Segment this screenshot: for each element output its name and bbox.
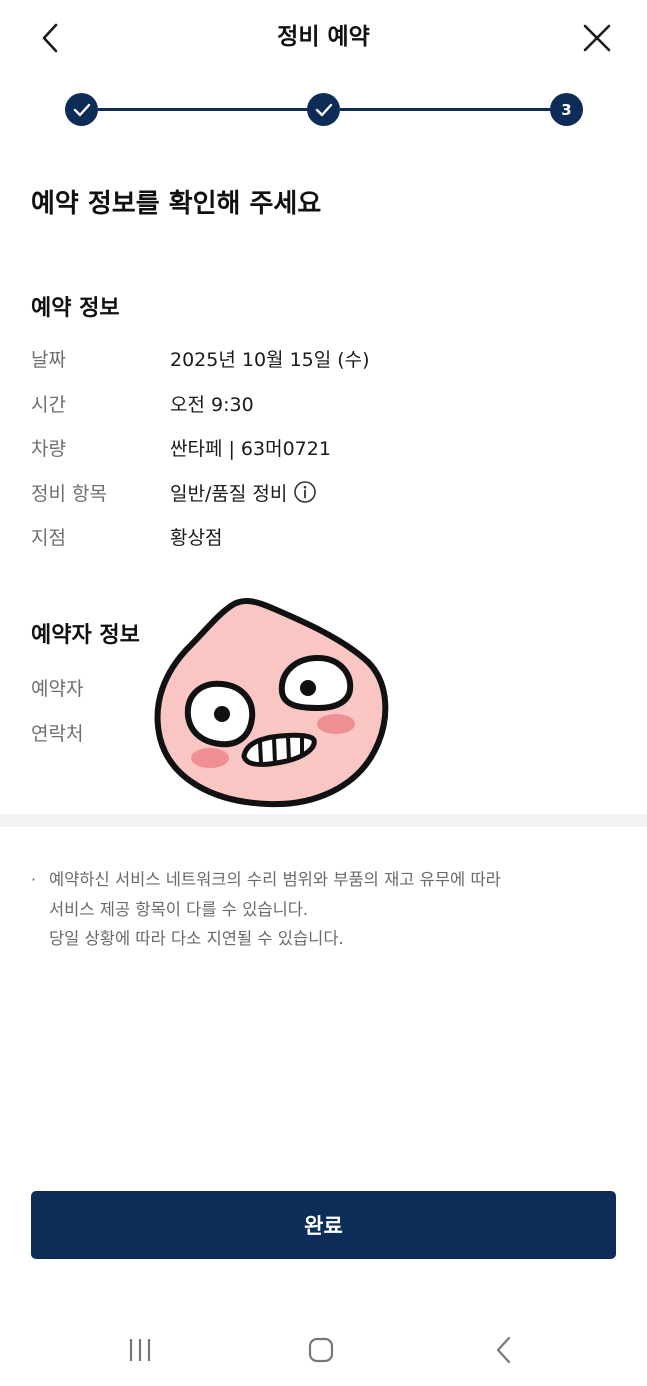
system-nav-bar (0, 1316, 647, 1386)
progress-stepper: 3 (0, 93, 647, 127)
reservation-info-title: 예약 정보 (31, 296, 120, 321)
close-icon (583, 24, 611, 52)
reserver-info-title: 예약자 정보 (31, 623, 140, 648)
notice-line: 서비스 제공 항목이 다를 수 있습니다. (49, 899, 309, 919)
info-label: 정비 항목 (31, 482, 107, 505)
info-row-service: 정비 항목 일반/품질 정비 (31, 477, 621, 507)
step-1-done (65, 93, 98, 126)
info-value-wrap: 일반/품질 정비 (170, 479, 317, 506)
notice-line: 당일 상황에 따라 다소 지연될 수 있습니다. (49, 929, 344, 948)
recents-icon (129, 1339, 151, 1361)
info-label: 날짜 (31, 348, 66, 371)
home-button[interactable] (301, 1332, 341, 1368)
info-row-vehicle: 차량 싼타페 | 63머0721 (31, 432, 621, 462)
nav-back-button[interactable] (483, 1332, 523, 1368)
nav-back-icon (496, 1336, 511, 1364)
step-connector (340, 108, 552, 111)
app-header: 정비 예약 (0, 0, 647, 76)
info-value: 싼타페 | 63머0721 (170, 437, 331, 460)
info-label: 시간 (31, 393, 66, 416)
step-2-done (307, 93, 340, 126)
complete-button[interactable]: 완료 (31, 1191, 616, 1259)
info-row-date: 날짜 2025년 10월 15일 (수) (31, 343, 621, 373)
step-3-current: 3 (550, 93, 583, 126)
info-circle-icon[interactable] (293, 480, 317, 504)
home-icon (308, 1337, 334, 1363)
info-value: 황상점 (170, 526, 223, 549)
check-icon (73, 103, 90, 116)
step-connector (98, 108, 308, 111)
check-icon (315, 103, 332, 116)
info-label: 지점 (31, 526, 66, 549)
recents-button[interactable] (120, 1332, 160, 1368)
info-row-branch: 지점 황상점 (31, 521, 621, 551)
notice-text: 예약하신 서비스 네트워크의 수리 범위와 부품의 재고 유무에 따라 서비스 … (49, 865, 501, 954)
confirm-headline: 예약 정보를 확인해 주세요 (31, 189, 322, 219)
info-row-time: 시간 오전 9:30 (31, 388, 621, 418)
info-value: 오전 9:30 (170, 393, 254, 416)
info-label: 차량 (31, 437, 66, 460)
info-value: 일반/품질 정비 (170, 482, 288, 505)
notice-line: 예약하신 서비스 네트워크의 수리 범위와 부품의 재고 유무에 따라 (49, 870, 501, 889)
peach-sticker-image (150, 596, 392, 810)
section-divider (0, 814, 647, 827)
close-button[interactable] (576, 17, 618, 59)
info-value: 2025년 10월 15일 (수) (170, 348, 370, 371)
notice-bullet: · (31, 870, 37, 889)
page-title: 정비 예약 (277, 24, 370, 50)
